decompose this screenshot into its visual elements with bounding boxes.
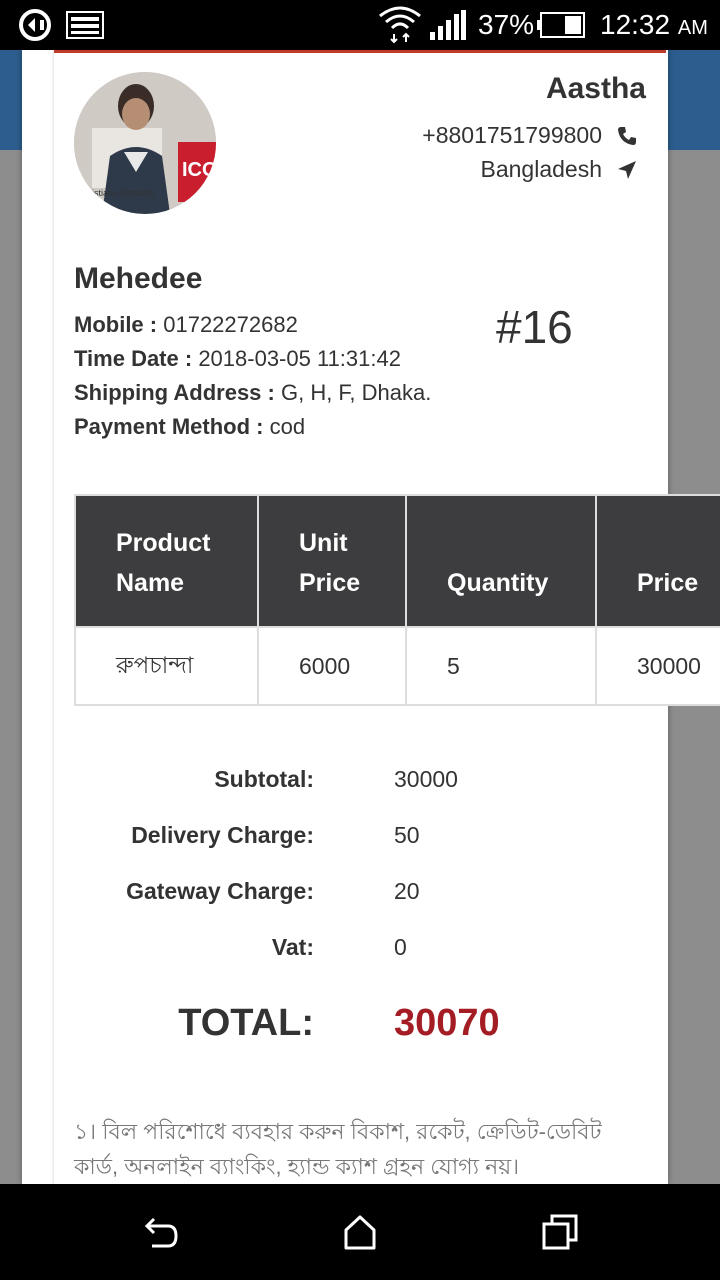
gateway-charge-value: 20 <box>394 878 420 904</box>
signal-icon <box>430 10 466 40</box>
shop-name: Aastha <box>545 72 646 105</box>
total-label: TOTAL: <box>178 1002 314 1044</box>
order-number: #16 <box>496 301 573 353</box>
shop-country-row: Bangladesh <box>481 156 639 183</box>
cell-product-name: রুপচান্দা <box>76 628 259 704</box>
shop-avatar: ICO istiano Ronaldo <box>74 72 216 214</box>
header-unit-price: Unit Price <box>259 496 407 630</box>
subtotal-value: 30000 <box>394 766 458 792</box>
clock: 12:32 AM <box>600 9 708 40</box>
order-items-table: Product Name Unit Price Quantity Price র… <box>74 494 720 706</box>
shop-country: Bangladesh <box>480 156 603 182</box>
cell-quantity: 5 <box>407 628 597 704</box>
avatar-caption: istiano Ronaldo <box>92 188 154 198</box>
sync-icon <box>19 9 51 41</box>
vat-label: Vat: <box>271 934 314 960</box>
battery-percent: 37% <box>478 9 535 40</box>
gateway-charge-label: Gateway Charge: <box>126 878 314 904</box>
customer-name: Mehedee <box>74 262 203 295</box>
phone-icon <box>618 126 636 145</box>
image-notification-icon <box>66 11 104 39</box>
subtotal-label: Subtotal: <box>214 766 314 792</box>
shipping-address: Shipping Address : G, H, F, Dhaka. <box>74 380 432 405</box>
shop-phone-row: +8801751799800 <box>422 122 638 149</box>
cell-price: 30000 <box>637 652 701 679</box>
cell-unit-price: 6000 <box>259 628 407 704</box>
vat-value: 0 <box>394 934 407 960</box>
location-arrow-icon <box>618 160 636 179</box>
wifi-icon <box>379 6 421 44</box>
shop-phone: +8801751799800 <box>422 122 602 148</box>
delivery-charge-value: 50 <box>394 822 420 848</box>
order-time: Time Date : 2018-03-05 11:31:42 <box>74 346 401 371</box>
header-product-name: Product Name <box>76 496 259 630</box>
customer-mobile: Mobile : 01722272682 <box>74 312 298 337</box>
table-header: Product Name Unit Price Quantity Price <box>74 494 720 630</box>
battery-icon <box>537 12 585 38</box>
header-quantity: Quantity <box>407 496 597 630</box>
back-icon[interactable] <box>140 1212 180 1252</box>
payment-method: Payment Method : cod <box>74 414 306 439</box>
delivery-charge-label: Delivery Charge: <box>131 822 314 848</box>
table-row: রুপচান্দা 6000 5 30000 <box>74 628 720 706</box>
total-value: 30070 <box>394 1002 500 1044</box>
header-price: Price <box>637 569 699 597</box>
recent-apps-icon[interactable] <box>540 1212 580 1252</box>
payment-note: ১। বিল পরিশোধে ব্যবহার করুন বিকাশ, রকেট,… <box>74 1119 602 1179</box>
status-bar: 37% 12:32 AM <box>0 0 720 50</box>
navigation-bar <box>0 1184 720 1280</box>
home-icon[interactable] <box>340 1212 380 1252</box>
